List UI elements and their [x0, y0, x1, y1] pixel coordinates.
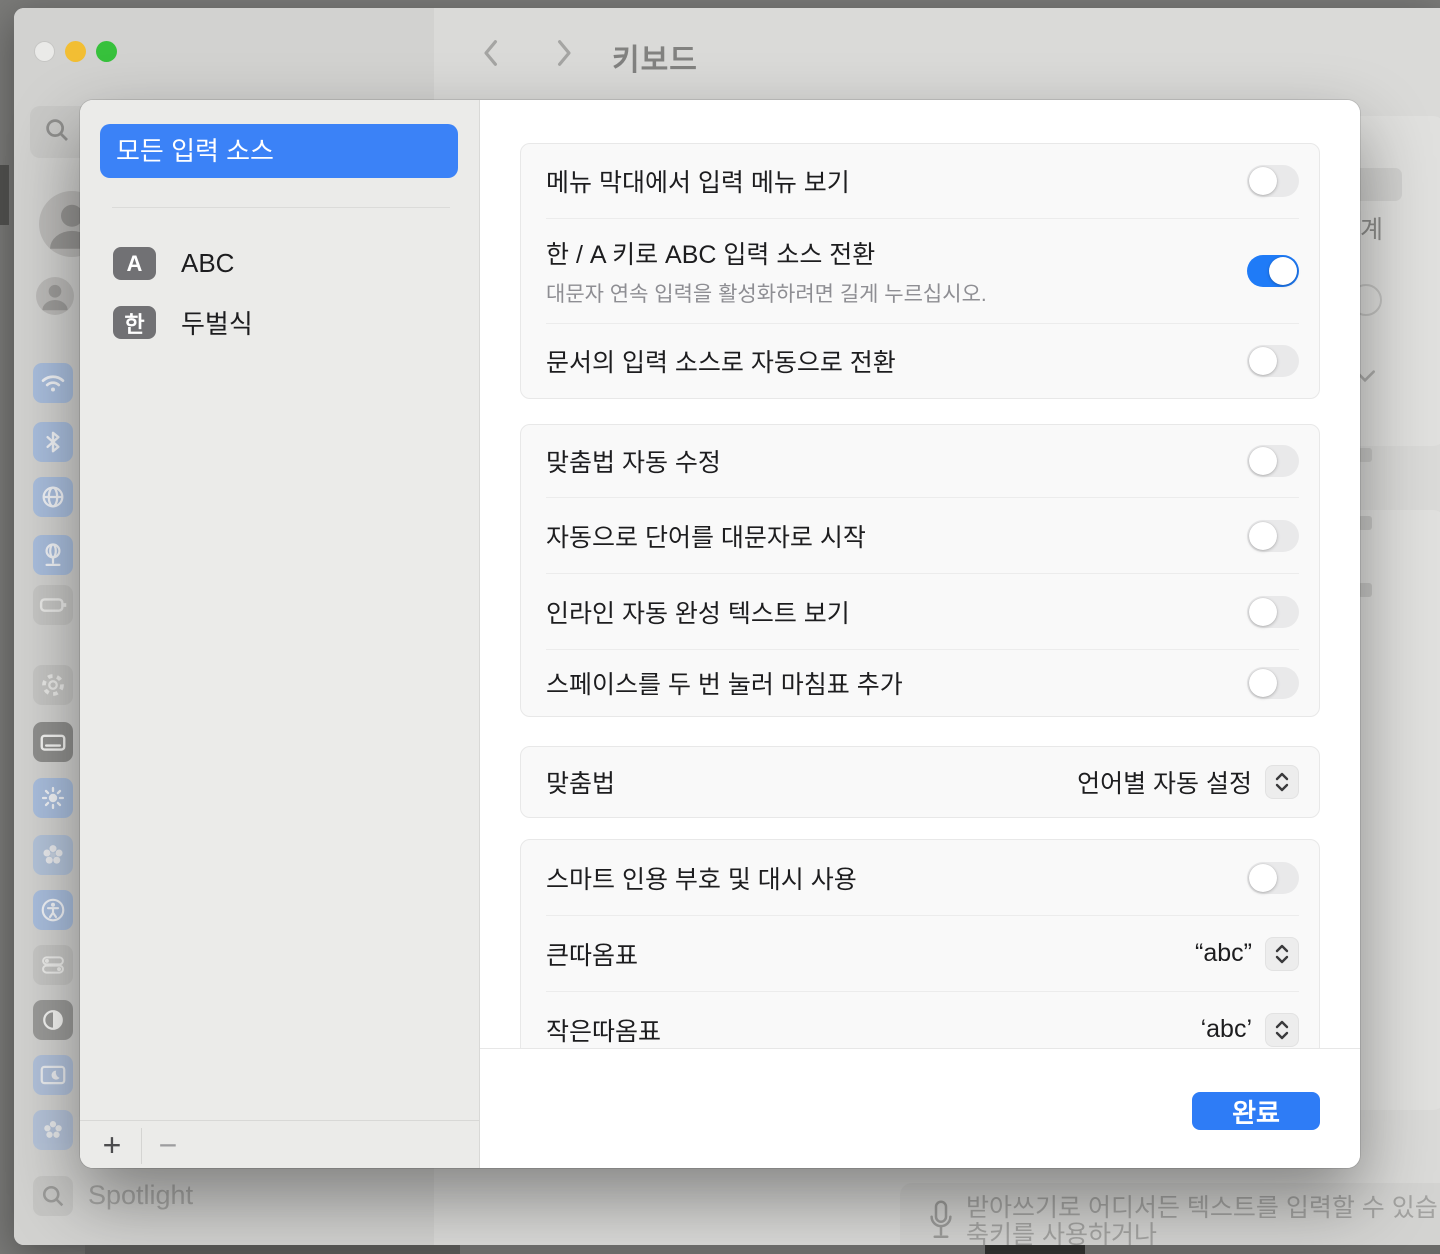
- setting-row-inline-completion: 인라인 자동 완성 텍스트 보기: [521, 574, 1319, 649]
- bg-mark-fragment: [1358, 448, 1372, 462]
- setting-row-single-quote: 작은따옴표 ‘abc’: [521, 992, 1319, 1048]
- vpn-globe-icon: [33, 535, 73, 575]
- screen: { "window": { "title": "키보드" }, "backgro…: [0, 0, 1440, 1254]
- sidebar-item-all-input-sources[interactable]: 모든 입력 소스: [100, 124, 458, 178]
- settings-group: 맞춤법 자동 수정 자동으로 단어를 대문자로 시작 인라인 자동 완성 텍스트…: [520, 424, 1320, 717]
- setting-row-autocorrect: 맞춤법 자동 수정: [521, 425, 1319, 497]
- single-quote-value: ‘abc’: [1201, 1015, 1252, 1044]
- setting-row-spelling: 맞춤법 언어별 자동 설정: [521, 747, 1319, 817]
- dock-fragment: [460, 1245, 985, 1254]
- spelling-select[interactable]: [1265, 765, 1299, 799]
- divider: [141, 1128, 142, 1164]
- double-quote-select[interactable]: [1265, 937, 1299, 971]
- spotlight-icon: [33, 1176, 73, 1216]
- add-input-source-button[interactable]: +: [92, 1128, 132, 1164]
- page-title: 키보드: [612, 35, 698, 79]
- appearance-flower-icon: [33, 835, 73, 875]
- zoom-button[interactable]: [96, 41, 117, 62]
- smart-quotes-toggle[interactable]: [1247, 862, 1299, 894]
- list-item-abc[interactable]: A ABC: [113, 247, 234, 280]
- input-source-badge: 한: [113, 306, 156, 339]
- dictation-card: 받아쓰기로 어디서든 텍스트를 입력할 수 있습니다. 받아쓰기를 시작하려면 …: [900, 1183, 1440, 1245]
- menu-bar-toggle[interactable]: [1247, 165, 1299, 197]
- double-space-period-toggle[interactable]: [1247, 667, 1299, 699]
- setting-row-doc-auto-switch: 문서의 입력 소스로 자동으로 전환: [521, 324, 1319, 398]
- setting-row-menu-bar: 메뉴 막대에서 입력 메뉴 보기: [521, 144, 1319, 218]
- input-source-badge: A: [113, 247, 156, 280]
- wifi-icon: [33, 363, 73, 403]
- bg-text-fragment: 계: [1360, 210, 1383, 246]
- sheet-footer: 완료: [480, 1049, 1360, 1168]
- input-sources-sheet: 모든 입력 소스 A ABC 한 두벌식 + − 메뉴 막대에서 입력 메뉴 보…: [80, 100, 1360, 1168]
- microphone-icon: [926, 1199, 956, 1245]
- dock-fragment: [85, 1245, 460, 1254]
- spelling-value: 언어별 자동 설정: [1077, 764, 1252, 800]
- family-avatar: [36, 277, 74, 315]
- back-chevron-icon: [477, 38, 505, 73]
- capitalize-toggle[interactable]: [1247, 520, 1299, 552]
- setting-row-double-space-period: 스페이스를 두 번 눌러 마침표 추가: [521, 650, 1319, 716]
- setting-row-capitalize: 자동으로 단어를 대문자로 시작: [521, 498, 1319, 573]
- done-button[interactable]: 완료: [1192, 1092, 1320, 1130]
- accessibility-icon: [33, 890, 73, 930]
- divider: [80, 1120, 479, 1121]
- single-quote-select[interactable]: [1265, 1013, 1299, 1047]
- screen-saver-icon: [33, 1055, 73, 1095]
- forward-chevron-icon: [550, 38, 578, 73]
- displays-sun-icon: [33, 778, 73, 818]
- general-gear-icon: [33, 665, 73, 705]
- sheet-sidebar: 모든 입력 소스 A ABC 한 두벌식 + −: [80, 100, 480, 1168]
- dictation-description: 받아쓰기로 어디서든 텍스트를 입력할 수 있습니다. 받아쓰기를 시작하려면 …: [966, 1195, 1440, 1245]
- settings-scroll-area[interactable]: 메뉴 막대에서 입력 메뉴 보기 한 / A 키로 ABC 입력 소스 전환 대…: [480, 100, 1360, 1048]
- keyboard-icon: [33, 722, 73, 762]
- wallpaper-icon: [33, 1110, 73, 1150]
- inline-completion-toggle[interactable]: [1247, 596, 1299, 628]
- close-button[interactable]: [34, 41, 55, 62]
- sidebar-item-spotlight: Spotlight: [88, 1180, 193, 1211]
- settings-group: 메뉴 막대에서 입력 메뉴 보기 한 / A 키로 ABC 입력 소스 전환 대…: [520, 143, 1320, 399]
- setting-row-double-quote: 큰따옴표 “abc”: [521, 916, 1319, 991]
- setting-row-han-a-switch: 한 / A 키로 ABC 입력 소스 전환 대문자 연속 입력을 활성화하려면 …: [521, 219, 1319, 323]
- bg-mark-fragment: [1358, 516, 1372, 530]
- battery-icon: [33, 585, 73, 625]
- dock-fragment: [1085, 1245, 1440, 1254]
- minimize-button[interactable]: [65, 41, 86, 62]
- sheet-panel: 메뉴 막대에서 입력 메뉴 보기 한 / A 키로 ABC 입력 소스 전환 대…: [480, 100, 1360, 1168]
- double-quote-value: “abc”: [1195, 939, 1252, 968]
- settings-group: 스마트 인용 부호 및 대시 사용 큰따옴표 “abc” 작은따옴표: [520, 839, 1320, 1048]
- settings-group: 맞춤법 언어별 자동 설정: [520, 746, 1320, 818]
- autocorrect-toggle[interactable]: [1247, 445, 1299, 477]
- bluetooth-icon: [33, 422, 73, 462]
- remove-input-source-button[interactable]: −: [148, 1128, 188, 1164]
- desktop-fragment: [0, 165, 9, 225]
- appearance-contrast-icon: [33, 1000, 73, 1040]
- setting-row-smart-quotes: 스마트 인용 부호 및 대시 사용: [521, 840, 1319, 915]
- control-center-icon: [33, 945, 73, 985]
- network-globe-icon: [33, 477, 73, 517]
- bg-mark-fragment: [1358, 583, 1372, 597]
- han-a-switch-toggle[interactable]: [1247, 255, 1299, 287]
- search-icon: [42, 115, 72, 150]
- divider: [112, 207, 450, 208]
- list-item-dubeolsik[interactable]: 한 두벌식: [113, 304, 253, 341]
- doc-auto-switch-toggle[interactable]: [1247, 345, 1299, 377]
- dock-fragment: [985, 1245, 1085, 1254]
